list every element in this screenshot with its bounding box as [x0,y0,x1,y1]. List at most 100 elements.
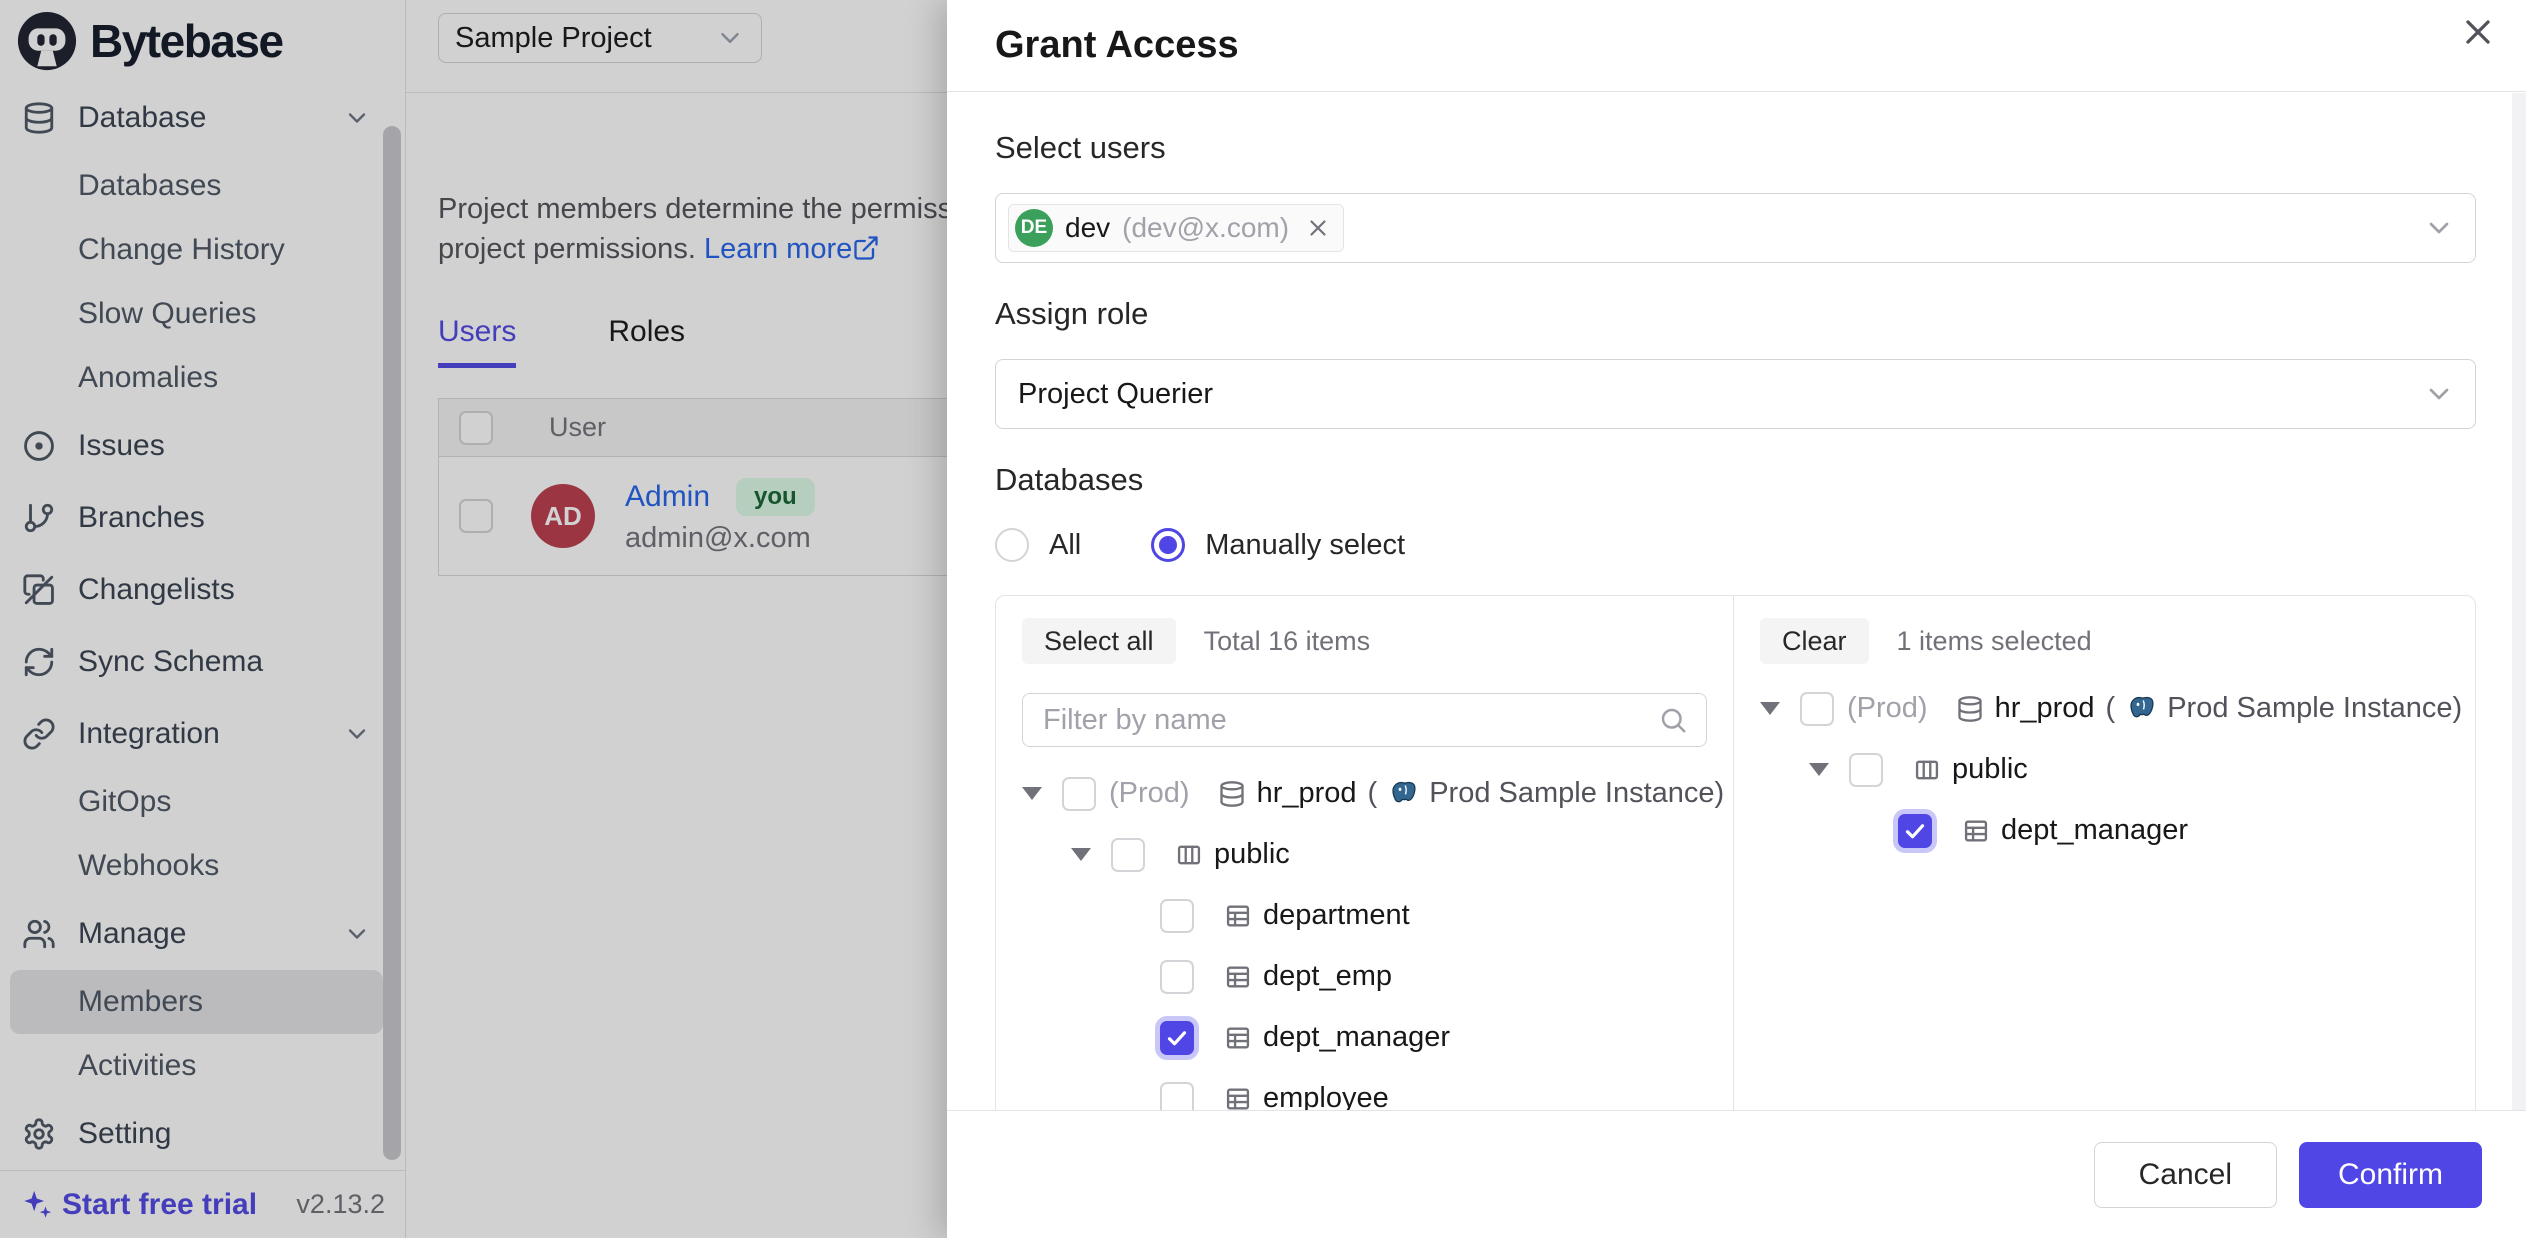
avatar: DE [1015,209,1053,247]
select-users-label: Select users [995,132,2476,164]
grant-access-modal: Grant Access Select users DE dev (dev@x.… [947,0,2526,1238]
checkbox-hr_prod[interactable] [1800,692,1834,726]
selected-tree: (Prod) hr_prod ( Prod Sample Instance) publi… [1760,678,2462,861]
tree-row-dept_manager[interactable]: dept_manager [1858,800,2462,861]
instance-name: Prod Sample Instance) [2167,692,2462,725]
database-transfer-panel: Select all Total 16 items (Prod)hr_prod(… [995,595,2476,1110]
schema-icon [1175,841,1203,869]
tree-row-hr_prod[interactable]: (Prod)hr_prod(Prod Sample Instance) [1022,763,1707,824]
databases-scope-radios: All Manually select [995,528,2476,562]
schema-icon [1913,756,1941,784]
postgresql-icon [1388,779,1418,809]
selected-user-name: dev [1065,212,1110,244]
caret-slot [1809,763,1849,776]
radio-all[interactable]: All [995,528,1081,562]
caret-down-icon[interactable] [1760,702,1780,715]
selected-count-label: 1 items selected [1897,626,2092,657]
tree-row-employee[interactable]: employee [1120,1068,1707,1110]
radio-circle-checked [1151,528,1185,562]
checkbox-dept_emp[interactable] [1160,960,1194,994]
assign-role-label: Assign role [995,298,2476,330]
tree-row-text: department [1207,899,1410,932]
instance-name: Prod Sample Instance) [1429,777,1724,810]
tree-node-name: dept_manager [1263,1021,1450,1054]
checkbox-department[interactable] [1160,899,1194,933]
database-icon [1956,695,1984,723]
selected-pane: Clear 1 items selected (Prod)hr_prod(Pro… [1734,596,2488,1110]
instance-paren: ( [1368,777,1378,810]
source-tree: (Prod)hr_prod(Prod Sample Instance)publi… [1022,763,1707,1110]
selected-user-email: (dev@x.com) [1122,212,1289,244]
select-all-button[interactable]: Select all [1022,618,1176,664]
database-icon [1218,780,1246,808]
tree-row-public[interactable]: public [1809,739,2462,800]
remove-user-icon[interactable] [1305,215,1331,241]
caret-slot [1071,848,1111,861]
tree-row-text: public [1158,838,1290,871]
tree-node-name: dept_manager [2001,814,2188,847]
environment-label: (Prod) [1847,692,1928,725]
table-icon [1224,1085,1252,1111]
tree-row-text: dept_emp [1207,960,1392,993]
tree-node-name: public [1952,753,2028,786]
caret-slot [1760,702,1800,715]
tree-node-name: employee [1263,1082,1389,1110]
caret-down-icon[interactable] [1022,787,1042,800]
chevron-down-icon [2423,378,2455,410]
role-value: Project Querier [1008,378,1213,411]
checkbox-public[interactable] [1849,753,1883,787]
tree-row-text: dept_manager [1945,814,2188,847]
caret-slot [1022,787,1062,800]
table-icon [1224,1024,1252,1052]
databases-label: Databases [995,464,2476,496]
close-icon[interactable] [2458,12,2498,52]
search-icon [1658,705,1688,735]
assign-role-select[interactable]: Project Querier [995,359,2476,429]
tree-node-name: hr_prod [1257,777,1357,810]
table-icon [1224,963,1252,991]
table-icon [1224,902,1252,930]
tree-row-text: public [1896,753,2028,786]
tree-node-name: public [1214,838,1290,871]
modal-scrollbar[interactable] [2512,93,2526,1110]
modal-footer: Cancel Confirm [947,1110,2526,1238]
checkbox-hr_prod[interactable] [1062,777,1096,811]
clear-button[interactable]: Clear [1760,618,1869,664]
modal-body: Select users DE dev (dev@x.com) Assign r… [947,92,2526,1110]
modal-header: Grant Access [947,0,2526,92]
tree-node-name: dept_emp [1263,960,1392,993]
caret-down-icon[interactable] [1809,763,1829,776]
filter-input-wrap [1022,693,1707,747]
tree-row-public[interactable]: public [1071,824,1707,885]
confirm-button[interactable]: Confirm [2299,1142,2482,1208]
checkbox-dept_manager[interactable] [1898,814,1932,848]
tree-row-text: employee [1207,1082,1389,1110]
tree-row-text: (Prod) hr_prod ( Prod Sample Instance) [1109,777,1724,810]
tree-node-name: department [1263,899,1410,932]
postgresql-icon [2126,694,2156,724]
checkbox-dept_manager[interactable] [1160,1021,1194,1055]
chevron-down-icon [2423,212,2455,244]
filter-input[interactable] [1041,703,1658,738]
tree-row-text: dept_manager [1207,1021,1450,1054]
total-items-label: Total 16 items [1204,626,1371,657]
tree-node-name: hr_prod [1995,692,2095,725]
tree-row-hr_prod[interactable]: (Prod) hr_prod ( Prod Sample Instance) [1760,678,2462,739]
source-pane: Select all Total 16 items (Prod)hr_prod(… [996,596,1734,1110]
tree-row-dept_manager[interactable]: dept_manager [1120,1007,1707,1068]
select-users-field[interactable]: DE dev (dev@x.com) [995,193,2476,263]
caret-down-icon[interactable] [1071,848,1091,861]
checkbox-employee[interactable] [1160,1082,1194,1111]
checkbox-public[interactable] [1111,838,1145,872]
radio-manually-select[interactable]: Manually select [1151,528,1405,562]
radio-circle [995,528,1029,562]
instance-paren: ( [2106,692,2116,725]
modal-title: Grant Access [995,24,1239,67]
cancel-button[interactable]: Cancel [2094,1142,2277,1208]
tree-row-department[interactable]: department [1120,885,1707,946]
table-icon [1962,817,1990,845]
selected-user-chip: DE dev (dev@x.com) [1008,204,1344,252]
tree-row-text: (Prod) hr_prod ( Prod Sample Instance) [1847,692,2462,725]
tree-row-dept_emp[interactable]: dept_emp [1120,946,1707,1007]
environment-label: (Prod) [1109,777,1190,810]
